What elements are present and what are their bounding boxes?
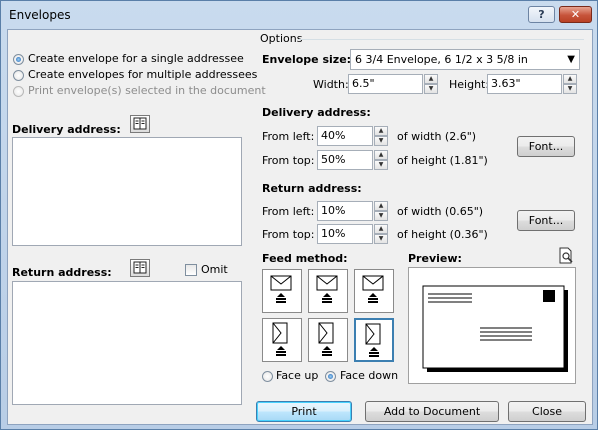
add-to-document-button[interactable]: Add to Document (365, 401, 499, 422)
single-addressee-label[interactable]: Create envelope for a single addressee (28, 52, 244, 65)
close-button[interactable]: Close (508, 401, 586, 422)
feed-option-5[interactable] (308, 318, 348, 362)
feed-option-4[interactable] (262, 318, 302, 362)
spin-up-icon[interactable]: ▲ (374, 126, 388, 136)
feed-option-6[interactable] (354, 318, 394, 362)
address-book-icon (133, 261, 147, 274)
envelope-size-label: Envelope size: (262, 53, 352, 66)
feed-vertical-icon (272, 322, 288, 356)
return-from-left-label: From left: (262, 205, 315, 218)
print-preview-button[interactable] (557, 247, 575, 265)
envelope-size-select[interactable]: 6 3/4 Envelope, 6 1/2 x 3 5/8 in ▼ (350, 49, 580, 70)
envelopes-dialog: Envelopes ? ✕ Create envelope for a sing… (0, 0, 598, 430)
delivery-from-top-input[interactable]: 50% (317, 150, 373, 170)
height-input[interactable]: 3.63" (487, 74, 562, 94)
spin-up-icon[interactable]: ▲ (374, 224, 388, 234)
return-address-textarea[interactable] (12, 281, 242, 405)
feed-option-3[interactable] (354, 269, 394, 313)
width-input[interactable]: 6.5" (348, 74, 423, 94)
feed-option-1[interactable] (262, 269, 302, 313)
multiple-addressees-radio[interactable] (13, 70, 24, 81)
delivery-from-top-label: From top: (262, 154, 315, 167)
delivery-from-left-input[interactable]: 40% (317, 126, 373, 146)
delivery-position-heading: Delivery address: (262, 106, 371, 119)
envelope-preview (408, 267, 576, 384)
return-from-left-note: of width (0.65") (397, 205, 484, 218)
spin-down-icon[interactable]: ▼ (374, 136, 388, 146)
delivery-from-top-spinner[interactable]: ▲ ▼ (374, 150, 388, 170)
spin-down-icon[interactable]: ▼ (374, 160, 388, 170)
spin-up-icon[interactable]: ▲ (374, 201, 388, 211)
single-addressee-radio[interactable] (13, 54, 24, 65)
return-from-top-label: From top: (262, 228, 315, 241)
chevron-down-icon: ▼ (567, 54, 575, 65)
delivery-address-label: Delivery address: (12, 123, 121, 136)
delivery-address-book-button[interactable] (130, 115, 150, 133)
omit-checkbox[interactable] (185, 264, 197, 276)
dialog-body: Create envelope for a single addressee C… (7, 29, 593, 425)
spin-down-icon[interactable]: ▼ (424, 84, 438, 94)
return-font-button[interactable]: Font... (517, 210, 575, 231)
selected-envelopes-label: Print envelope(s) selected in the docume… (28, 84, 266, 97)
window-title: Envelopes (9, 8, 71, 22)
return-from-top-note: of height (0.36") (397, 228, 488, 241)
omit-label[interactable]: Omit (201, 263, 228, 276)
spin-up-icon[interactable]: ▲ (424, 74, 438, 84)
height-label: Height: (449, 78, 490, 91)
delivery-address-textarea[interactable] (12, 137, 242, 246)
delivery-from-left-note: of width (2.6") (397, 130, 477, 143)
selected-envelopes-radio (13, 86, 24, 97)
feed-method-label: Feed method: (262, 252, 348, 265)
return-address-book-button[interactable] (130, 259, 150, 277)
spin-up-icon[interactable]: ▲ (563, 74, 577, 84)
options-divider (298, 39, 584, 40)
face-up-radio[interactable] (262, 371, 273, 382)
feed-vertical-icon (365, 323, 381, 357)
face-up-label[interactable]: Face up (276, 369, 318, 382)
options-group-label: Options (260, 32, 303, 45)
return-from-left-spinner[interactable]: ▲ ▼ (374, 201, 388, 221)
title-bar[interactable]: Envelopes ? ✕ (1, 1, 597, 29)
delivery-from-left-label: From left: (262, 130, 315, 143)
envelope-preview-drawing (422, 285, 568, 372)
spin-down-icon[interactable]: ▼ (374, 211, 388, 221)
width-spinner[interactable]: ▲ ▼ (424, 74, 438, 94)
spin-up-icon[interactable]: ▲ (374, 150, 388, 160)
width-label: Width: (313, 78, 349, 91)
feed-horizontal-icon (362, 275, 384, 303)
return-from-top-input[interactable]: 10% (317, 224, 373, 244)
close-window-button[interactable]: ✕ (559, 6, 592, 23)
preview-label: Preview: (408, 252, 462, 265)
return-address-label: Return address: (12, 266, 112, 279)
help-button[interactable]: ? (528, 6, 555, 23)
feed-option-2[interactable] (308, 269, 348, 313)
envelope-size-value: 6 3/4 Envelope, 6 1/2 x 3 5/8 in (355, 53, 528, 66)
spin-down-icon[interactable]: ▼ (563, 84, 577, 94)
return-from-top-spinner[interactable]: ▲ ▼ (374, 224, 388, 244)
feed-vertical-icon (318, 322, 334, 356)
print-button[interactable]: Print (256, 401, 352, 422)
height-spinner[interactable]: ▲ ▼ (563, 74, 577, 94)
feed-horizontal-icon (270, 275, 292, 303)
delivery-from-left-spinner[interactable]: ▲ ▼ (374, 126, 388, 146)
address-book-icon (133, 117, 147, 130)
delivery-from-top-note: of height (1.81") (397, 154, 488, 167)
delivery-font-button[interactable]: Font... (517, 136, 575, 157)
spin-down-icon[interactable]: ▼ (374, 234, 388, 244)
return-from-left-input[interactable]: 10% (317, 201, 373, 221)
face-down-label[interactable]: Face down (340, 369, 398, 382)
feed-horizontal-icon (316, 275, 338, 303)
multiple-addressees-label[interactable]: Create envelopes for multiple addressees (28, 68, 257, 81)
return-position-heading: Return address: (262, 182, 362, 195)
face-down-radio[interactable] (325, 371, 336, 382)
stamp-icon (543, 290, 555, 302)
print-preview-icon (559, 247, 573, 264)
